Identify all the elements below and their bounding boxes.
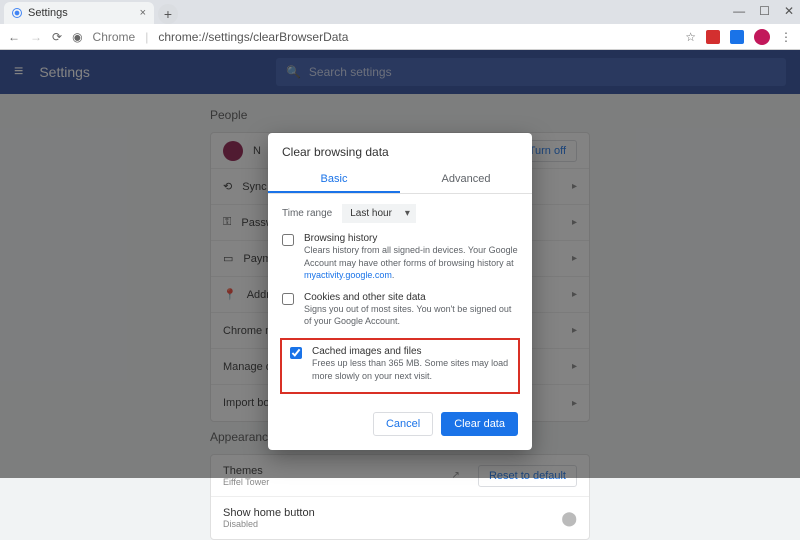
site-info-icon[interactable]: ◉ <box>72 30 82 44</box>
gear-icon <box>12 8 22 18</box>
tab-advanced[interactable]: Advanced <box>400 167 532 193</box>
back-icon[interactable]: ← <box>8 30 20 44</box>
myactivity-link[interactable]: myactivity.google.com <box>304 270 392 280</box>
option-cookies[interactable]: Cookies and other site data Signs you ou… <box>282 292 518 328</box>
menu-icon[interactable]: ⋮ <box>780 30 792 44</box>
close-window-icon[interactable]: ✕ <box>784 4 794 18</box>
url-prefix: Chrome <box>93 30 136 44</box>
tab-basic[interactable]: Basic <box>268 167 400 193</box>
profile-avatar[interactable] <box>754 29 770 45</box>
home-button-row[interactable]: Show home button Disabled ⬤ <box>211 497 589 539</box>
close-tab-icon[interactable]: × <box>140 7 146 19</box>
checkbox-cookies[interactable] <box>282 293 294 305</box>
url-field[interactable]: chrome://settings/clearBrowserData <box>158 30 675 44</box>
extension-icon-1[interactable] <box>706 30 720 44</box>
browser-tab[interactable]: Settings × <box>4 2 154 24</box>
toggle-off-icon[interactable]: ⬤ <box>561 510 577 527</box>
time-range-label: Time range <box>282 208 332 219</box>
bookmark-icon[interactable]: ☆ <box>685 30 696 44</box>
cancel-button[interactable]: Cancel <box>373 412 433 436</box>
maximize-icon[interactable]: ☐ <box>759 4 770 18</box>
browser-tab-strip: Settings × + <box>0 0 800 24</box>
checkbox-browsing-history[interactable] <box>282 234 294 246</box>
reload-icon[interactable]: ⟳ <box>52 30 62 44</box>
option-cache[interactable]: Cached images and files Frees up less th… <box>290 346 510 382</box>
clear-browsing-data-dialog: Clear browsing data Basic Advanced Time … <box>268 133 532 450</box>
address-bar: ← → ⟳ ◉ Chrome | chrome://settings/clear… <box>0 24 800 50</box>
window-controls: — ☐ ✕ <box>727 0 800 22</box>
tab-title: Settings <box>28 7 68 19</box>
extension-icon-2[interactable] <box>730 30 744 44</box>
option-browsing-history[interactable]: Browsing history Clears history from all… <box>282 233 518 282</box>
checkbox-cache[interactable] <box>290 347 302 359</box>
minimize-icon[interactable]: — <box>733 4 745 18</box>
forward-icon[interactable]: → <box>30 30 42 44</box>
dialog-tabs: Basic Advanced <box>268 167 532 194</box>
dialog-title: Clear browsing data <box>268 133 532 167</box>
settings-page: ≡ Settings 🔍 Search settings People N Tu… <box>0 50 800 478</box>
clear-data-button[interactable]: Clear data <box>441 412 518 436</box>
time-range-select[interactable]: Last hour <box>342 204 416 223</box>
new-tab-button[interactable]: + <box>158 4 178 24</box>
highlighted-option: Cached images and files Frees up less th… <box>280 338 520 394</box>
